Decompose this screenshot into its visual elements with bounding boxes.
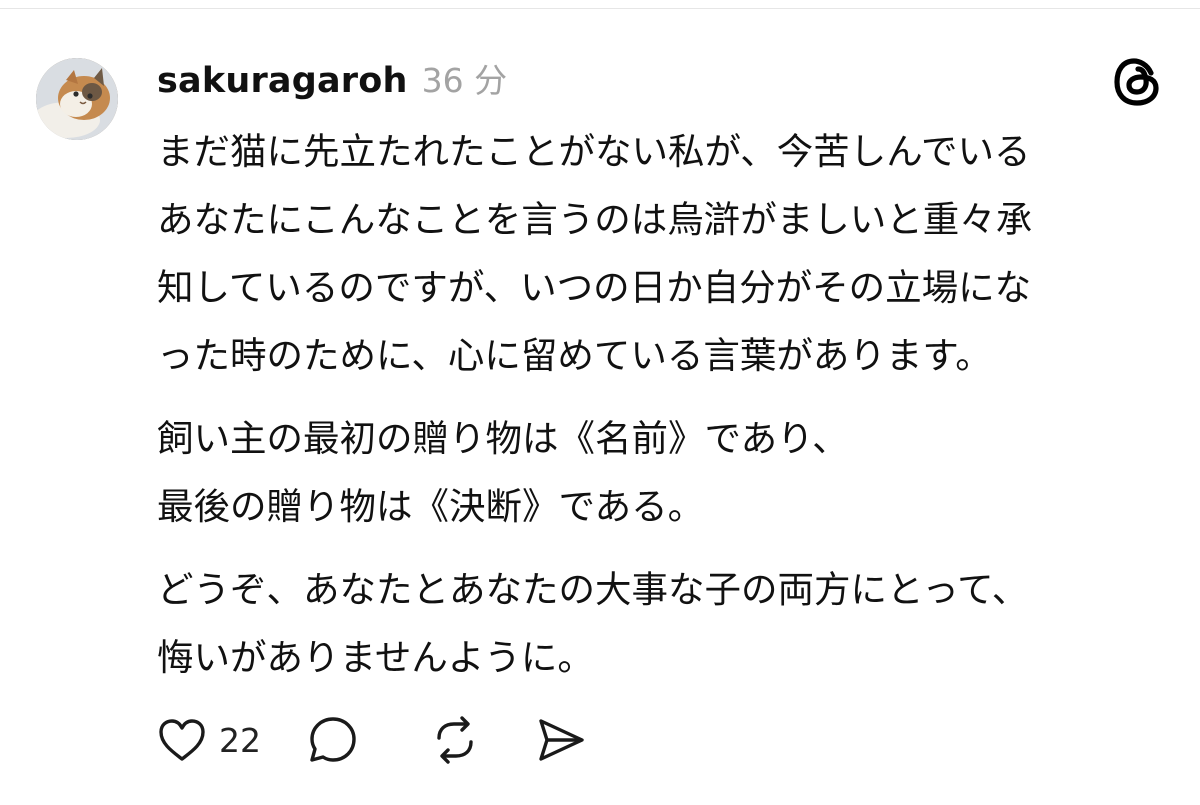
text-line: 悔いがありませんように。 <box>157 636 594 679</box>
cat-avatar-image <box>36 58 118 140</box>
avatar[interactable] <box>36 58 118 140</box>
like-count: 22 <box>219 720 261 760</box>
post-paragraph-1: まだ猫に先立たれたことがない私が、今苦しんでいる あなたにこんなことを言うのは烏… <box>157 118 1177 390</box>
post-paragraph-2: 飼い主の最初の贈り物は《名前》であり、 最後の贈り物は《決断》である。 <box>157 405 1177 541</box>
heart-icon <box>159 719 205 761</box>
timestamp: 36 分 <box>421 61 508 100</box>
text-line: まだ猫に先立たれたことがない私が、今苦しんでいる <box>157 130 1031 173</box>
comment-bubble-icon <box>310 717 356 762</box>
post-header: sakuragaroh 36 分 <box>157 54 507 104</box>
post-paragraph-3: どうぞ、あなたとあなたの大事な子の両方にとって、 悔いがありませんように。 <box>157 556 1177 692</box>
send-icon <box>539 719 584 761</box>
text-line: 知しているのですが、いつの日か自分がその立場にな <box>157 266 1032 309</box>
repost-button[interactable] <box>429 714 535 766</box>
text-line: あなたにこんなことを言うのは烏滸がましいと重々承 <box>157 198 1033 241</box>
post-body: まだ猫に先立たれたことがない私が、今苦しんでいる あなたにこんなことを言うのは烏… <box>157 118 1177 692</box>
action-bar: 22 <box>157 712 587 768</box>
share-button[interactable] <box>535 714 587 766</box>
username[interactable]: sakuragaroh <box>157 61 408 101</box>
threads-logo-icon[interactable] <box>1112 56 1164 108</box>
repost-icon <box>437 716 473 764</box>
text-line: 最後の贈り物は《決断》である。 <box>157 485 705 528</box>
top-divider <box>0 8 1200 9</box>
text-line: った時のために、心に留めている言葉があります。 <box>157 334 992 377</box>
reply-button[interactable] <box>307 714 429 766</box>
like-button[interactable]: 22 <box>157 717 307 763</box>
text-line: 飼い主の最初の贈り物は《名前》であり、 <box>157 417 849 460</box>
text-line: どうぞ、あなたとあなたの大事な子の両方にとって、 <box>157 568 1029 611</box>
